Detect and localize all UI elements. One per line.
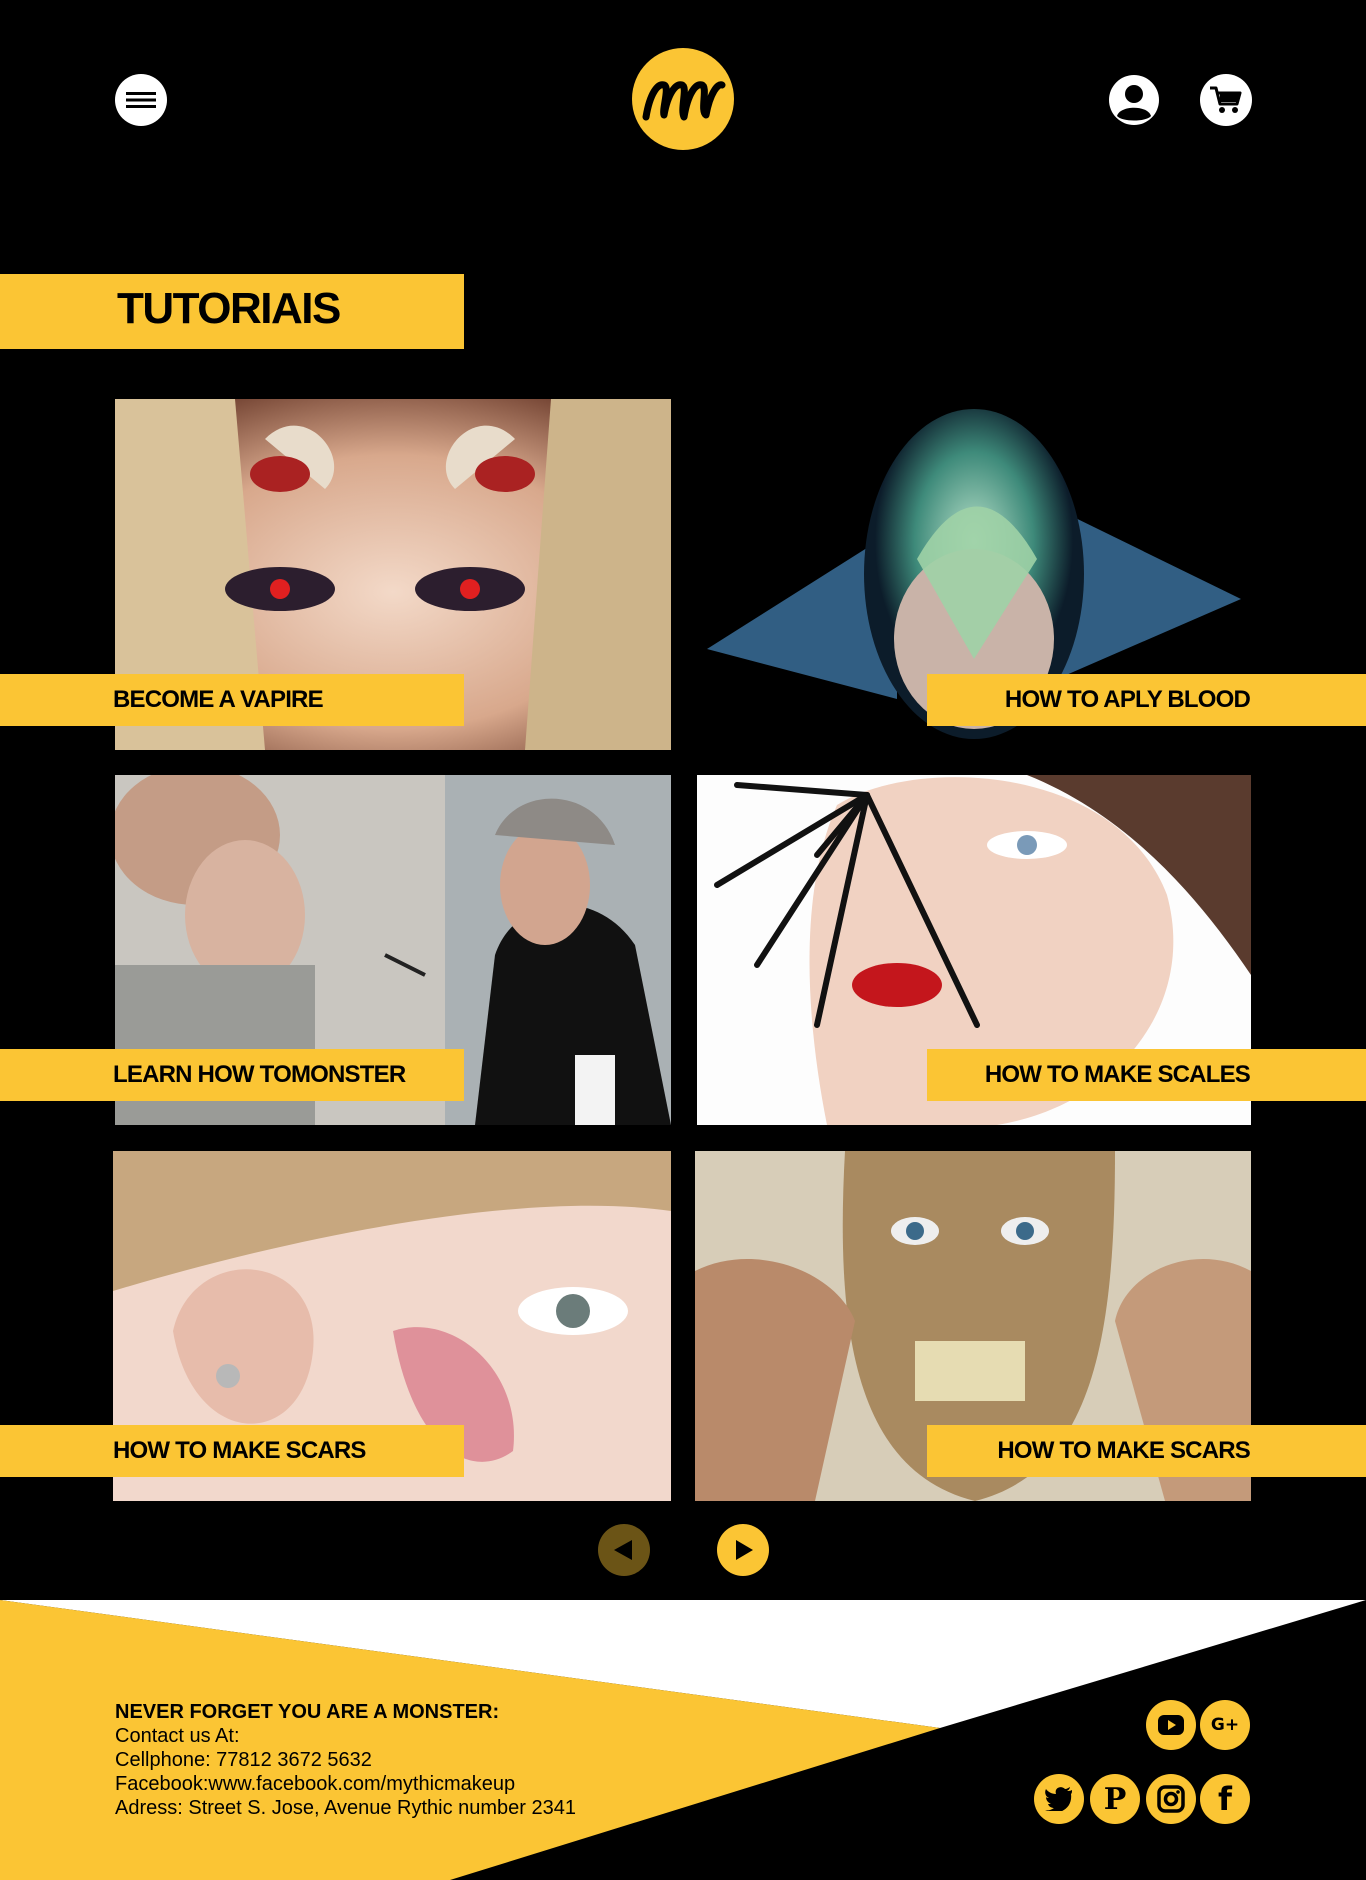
footer-facebook-link[interactable]: Facebook:www.facebook.com/mythicmakeup <box>115 1772 576 1796</box>
page-title-band: TUTORIAIS <box>0 274 464 349</box>
instagram-button[interactable] <box>1146 1774 1196 1824</box>
googleplus-button[interactable]: G+ <box>1200 1700 1250 1750</box>
tutorial-label: HOW TO APLY BLOOD <box>1004 686 1251 713</box>
footer-phone: Cellphone: 77812 3672 5632 <box>115 1749 372 1771</box>
footer-address: Adress: Street S. Jose, Avenue Rythic nu… <box>115 1797 576 1819</box>
tutorial-label-button[interactable]: LEARN HOW TOMONSTER <box>0 1049 464 1101</box>
tutorial-label: HOW TO MAKE SCALES <box>984 1061 1251 1088</box>
previous-arrow-icon <box>614 1540 632 1560</box>
tutorial-label: HOW TO MAKE SCARS <box>113 1437 366 1464</box>
previous-page-button[interactable] <box>598 1524 650 1576</box>
account-button[interactable] <box>1108 74 1160 126</box>
user-account-icon <box>1109 75 1159 125</box>
tutorial-label-button[interactable]: HOW TO APLY BLOOD <box>927 674 1366 726</box>
tutorial-label: BECOME A VAPIRE <box>113 686 324 713</box>
tutorial-label-button[interactable]: HOW TO MAKE SCALES <box>927 1049 1366 1101</box>
twitter-icon <box>1045 1787 1072 1811</box>
facebook-icon: f <box>1218 1780 1232 1818</box>
next-arrow-icon <box>736 1540 753 1560</box>
youtube-button[interactable] <box>1146 1700 1196 1750</box>
shopping-cart-icon <box>1210 86 1242 113</box>
tutorial-label-button[interactable]: HOW TO MAKE SCARS <box>0 1425 464 1477</box>
googleplus-icon: G+ <box>1210 1715 1240 1735</box>
instagram-icon <box>1157 1785 1185 1813</box>
page-title: TUTORIAIS <box>117 284 341 333</box>
brand-logo[interactable] <box>632 48 734 150</box>
tutorial-label: HOW TO MAKE SCARS <box>997 1437 1250 1464</box>
twitter-button[interactable] <box>1034 1774 1084 1824</box>
menu-button[interactable] <box>115 74 167 126</box>
youtube-icon <box>1158 1715 1184 1735</box>
facebook-button[interactable]: f <box>1200 1774 1250 1824</box>
hamburger-menu-icon <box>126 92 156 108</box>
footer-contact-heading: Contact us At: <box>115 1725 240 1747</box>
footer-contact: NEVER FORGET YOU ARE A MONSTER: Contact … <box>115 1700 576 1820</box>
pinterest-icon: P <box>1103 1781 1127 1817</box>
tutorial-label-button[interactable]: HOW TO MAKE SCARS <box>927 1425 1366 1477</box>
tutorial-label-button[interactable]: BECOME A VAPIRE <box>0 674 464 726</box>
mm-logo-icon <box>642 81 726 121</box>
tutorial-label: LEARN HOW TOMONSTER <box>113 1061 406 1088</box>
next-page-button[interactable] <box>717 1524 769 1576</box>
pinterest-button[interactable]: P <box>1090 1774 1140 1824</box>
cart-button[interactable] <box>1200 74 1252 126</box>
footer-tagline: NEVER FORGET YOU ARE A MONSTER: <box>115 1701 500 1723</box>
